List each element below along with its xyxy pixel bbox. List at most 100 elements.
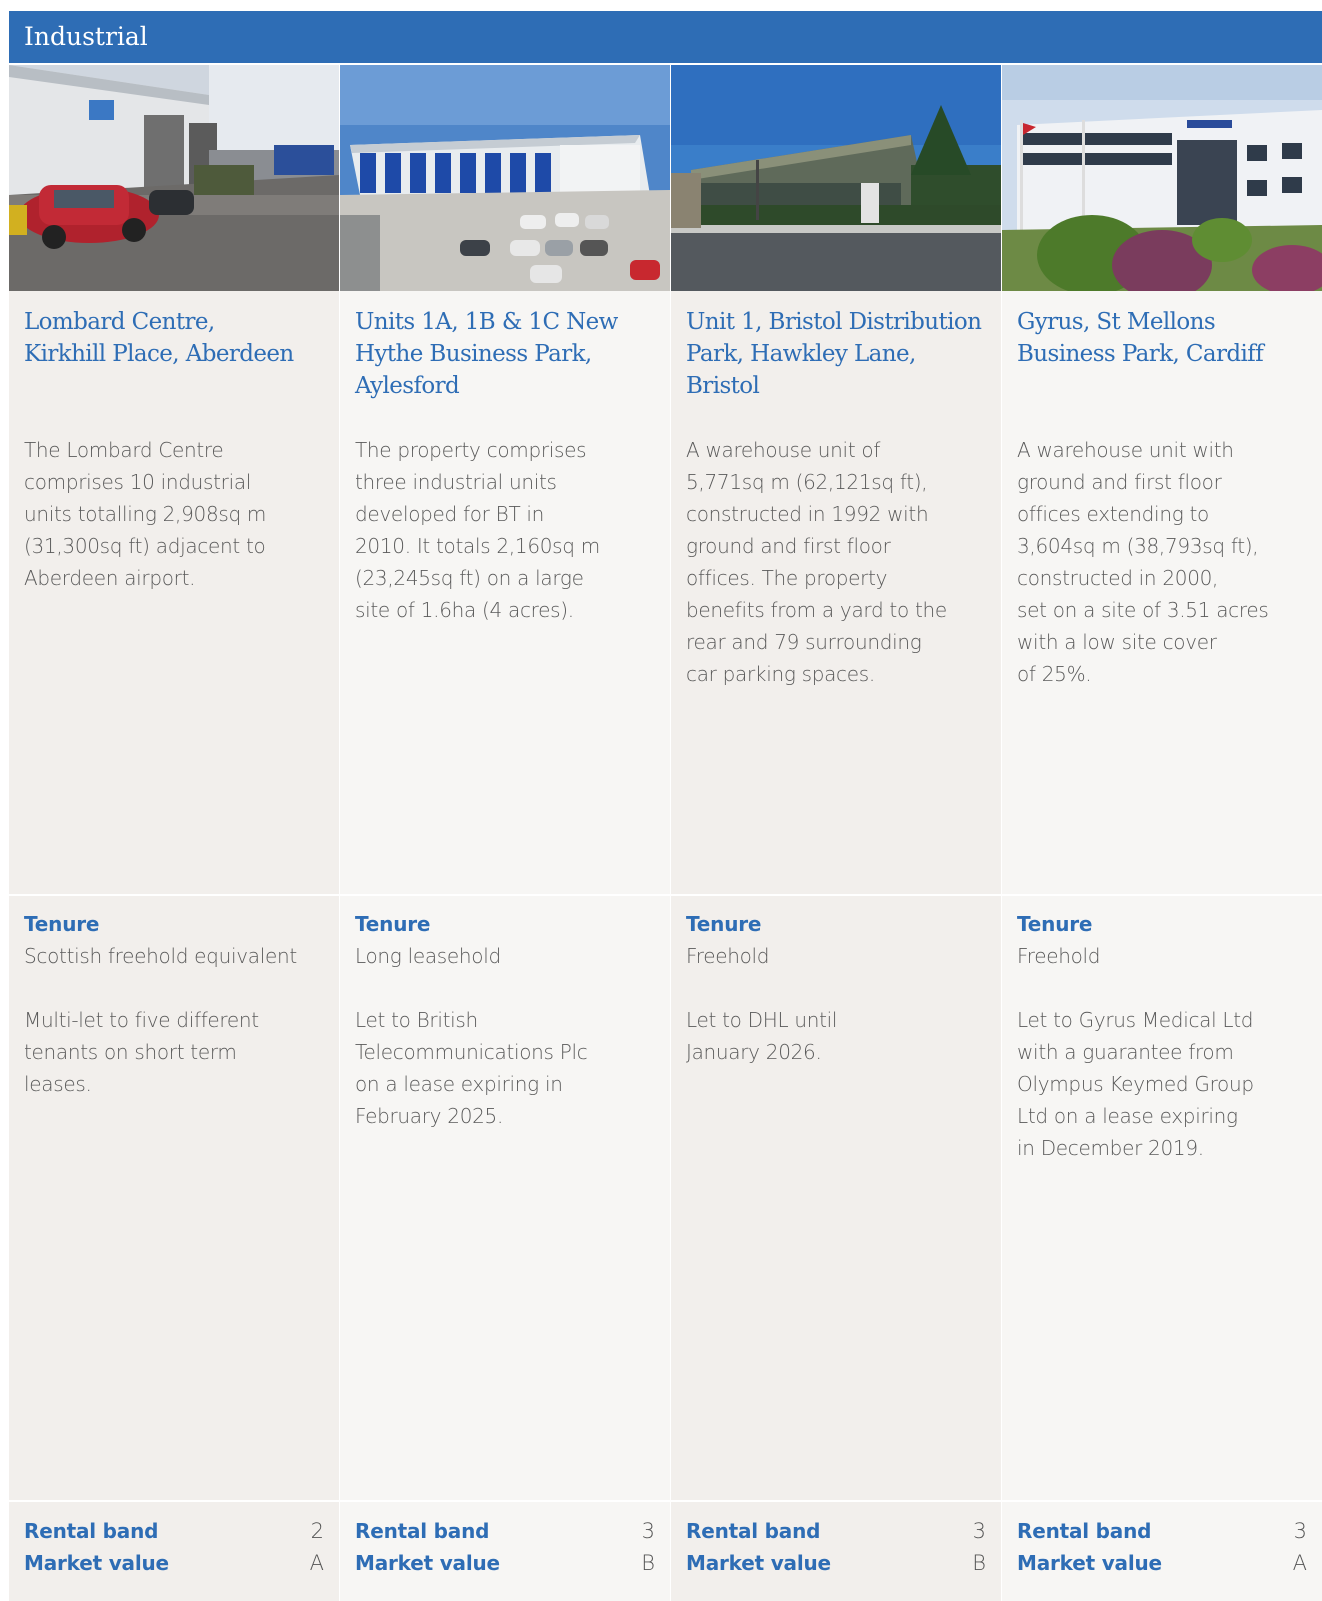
description-panel-1: Lombard Centre, Kirkhill Place, Aberdeen…	[9, 291, 339, 894]
market-value-label: Market value	[355, 1551, 500, 1575]
rental-band-value: 2	[310, 1519, 324, 1543]
band-panel-2: Rental band 3 Market value B	[340, 1502, 670, 1601]
description-line: site of 1.6ha (4 acres).	[355, 598, 574, 622]
tenure-label: Tenure	[24, 912, 100, 936]
property-photo-4	[1002, 65, 1322, 291]
tenure-value: Scottish freehold equivalent	[24, 944, 297, 968]
property-title-line: Kirkhill Place, Aberdeen	[24, 341, 294, 367]
lease-line: Telecommunications Plc	[355, 1040, 588, 1064]
property-description: A warehouse unit of 5,771sq m (62,121sq …	[686, 434, 991, 690]
description-line: offices extending to	[1017, 502, 1209, 526]
description-line: constructed in 1992 with	[686, 502, 929, 526]
market-value-label: Market value	[686, 1551, 831, 1575]
lease-details: Let to British Telecommunications Plc on…	[355, 1004, 660, 1132]
market-value-value: A	[309, 1551, 324, 1575]
description-line: ground and first floor	[686, 534, 891, 558]
rental-band-value: 3	[972, 1519, 986, 1543]
lease-line: in December 2019.	[1017, 1136, 1204, 1160]
description-line: Aberdeen airport.	[24, 566, 196, 590]
description-line: of 25%.	[1017, 662, 1092, 686]
description-line: (23,245sq ft) on a large	[355, 566, 584, 590]
description-line: units totalling 2,908sq m	[24, 502, 267, 526]
description-line: constructed in 2000,	[1017, 566, 1219, 590]
lease-line: January 2026.	[686, 1040, 822, 1064]
tenure-label: Tenure	[686, 912, 762, 936]
lease-line: Let to Gyrus Medical Ltd	[1017, 1008, 1254, 1032]
tenure-panel-1: Tenure Scottish freehold equivalent Mult…	[9, 896, 339, 1500]
lease-line: tenants on short term	[24, 1040, 237, 1064]
market-value-label: Market value	[1017, 1551, 1162, 1575]
property-title: Unit 1, Bristol Distribution Park, Hawkl…	[686, 306, 991, 434]
description-line: benefits from a yard to the	[686, 598, 947, 622]
property-description: A warehouse unit with ground and first f…	[1017, 434, 1312, 690]
description-line: with a low site cover	[1017, 630, 1217, 654]
market-value-value: A	[1292, 1551, 1307, 1575]
lease-details: Multi-let to five different tenants on s…	[24, 1004, 329, 1100]
property-photo-2	[340, 65, 670, 291]
description-line: 5,771sq m (62,121sq ft),	[686, 470, 928, 494]
tenure-label: Tenure	[355, 912, 431, 936]
market-value-value: B	[972, 1551, 986, 1575]
description-line: A warehouse unit with	[1017, 438, 1234, 462]
description-line: ground and first floor	[1017, 470, 1222, 494]
lease-line: Let to DHL until	[686, 1008, 838, 1032]
description-line: The property comprises	[355, 438, 587, 462]
property-description: The property comprises three industrial …	[355, 434, 660, 626]
property-title-line: Unit 1, Bristol Distribution	[686, 309, 982, 335]
rental-band-label: Rental band	[686, 1519, 821, 1543]
property-title-line: Business Park, Cardiff	[1017, 341, 1264, 367]
property-title-line: Park, Hawkley Lane,	[686, 341, 916, 367]
band-panel-3: Rental band 3 Market value B	[671, 1502, 1001, 1601]
description-line: developed for BT in	[355, 502, 545, 526]
property-title-line: Bristol	[686, 373, 760, 399]
description-panel-4: Gyrus, St Mellons Business Park, Cardiff…	[1002, 291, 1322, 894]
rental-band-label: Rental band	[1017, 1519, 1152, 1543]
description-line: The Lombard Centre	[24, 438, 224, 462]
lease-line: on a lease expiring in	[355, 1072, 563, 1096]
description-line: comprises 10 industrial	[24, 470, 252, 494]
lease-line: leases.	[24, 1072, 92, 1096]
lease-line: Multi-let to five different	[24, 1008, 259, 1032]
market-value-value: B	[641, 1551, 655, 1575]
property-title-line: Lombard Centre,	[24, 309, 215, 335]
description-line: A warehouse unit of	[686, 438, 881, 462]
description-panel-2: Units 1A, 1B & 1C New Hythe Business Par…	[340, 291, 670, 894]
description-line: car parking spaces.	[686, 662, 875, 686]
lease-details: Let to DHL until January 2026.	[686, 1004, 991, 1068]
tenure-panel-2: Tenure Long leasehold Let to British Tel…	[340, 896, 670, 1500]
property-title-line: Units 1A, 1B & 1C New	[355, 309, 618, 335]
tenure-panel-4: Tenure Freehold Let to Gyrus Medical Ltd…	[1002, 896, 1322, 1500]
section-title: Industrial	[24, 22, 148, 51]
lease-line: Olympus Keymed Group	[1017, 1072, 1254, 1096]
description-line: set on a site of 3.51 acres	[1017, 598, 1269, 622]
market-value-label: Market value	[24, 1551, 169, 1575]
rental-band-value: 3	[641, 1519, 655, 1543]
description-line: 3,604sq m (38,793sq ft),	[1017, 534, 1259, 558]
lease-line: February 2025.	[355, 1104, 504, 1128]
description-line: offices. The property	[686, 566, 888, 590]
description-line: (31,300sq ft) adjacent to	[24, 534, 266, 558]
tenure-panel-3: Tenure Freehold Let to DHL until January…	[671, 896, 1001, 1500]
property-title: Units 1A, 1B & 1C New Hythe Business Par…	[355, 306, 660, 434]
property-photo-1	[9, 65, 339, 291]
property-title-line: Gyrus, St Mellons	[1017, 309, 1216, 335]
rental-band-value: 3	[1293, 1519, 1307, 1543]
section-header: Industrial	[9, 11, 1322, 63]
band-panel-1: Rental band 2 Market value A	[9, 1502, 339, 1601]
lease-line: Ltd on a lease expiring	[1017, 1104, 1238, 1128]
rental-band-label: Rental band	[24, 1519, 159, 1543]
description-panel-3: Unit 1, Bristol Distribution Park, Hawkl…	[671, 291, 1001, 894]
band-panel-4: Rental band 3 Market value A	[1002, 1502, 1322, 1601]
tenure-value: Freehold	[1017, 944, 1101, 968]
property-title-line: Aylesford	[355, 373, 460, 399]
lease-line: Let to British	[355, 1008, 478, 1032]
description-line: 2010. It totals 2,160sq m	[355, 534, 600, 558]
property-photo-3	[671, 65, 1001, 291]
tenure-label: Tenure	[1017, 912, 1093, 936]
tenure-value: Freehold	[686, 944, 770, 968]
lease-line: with a guarantee from	[1017, 1040, 1234, 1064]
tenure-value: Long leasehold	[355, 944, 501, 968]
property-title: Lombard Centre, Kirkhill Place, Aberdeen	[24, 306, 329, 434]
rental-band-label: Rental band	[355, 1519, 490, 1543]
lease-details: Let to Gyrus Medical Ltd with a guarante…	[1017, 1004, 1312, 1164]
